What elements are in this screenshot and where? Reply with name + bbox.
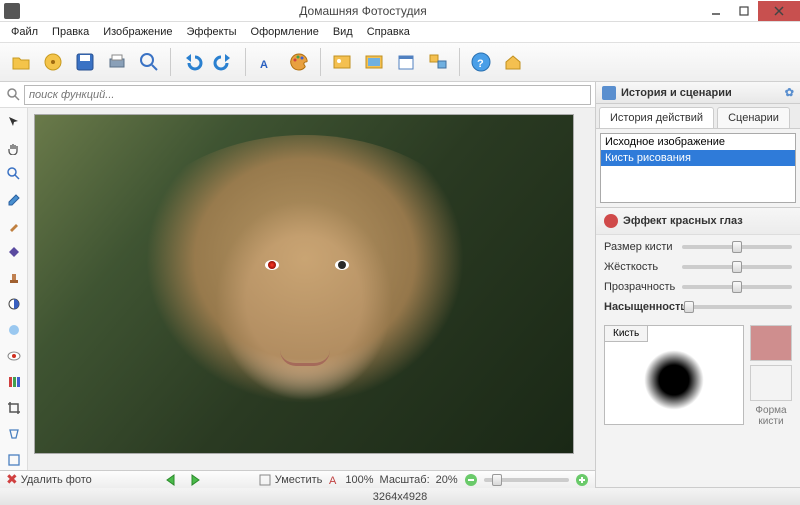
text-button[interactable]: A — [252, 47, 282, 77]
next-button[interactable] — [188, 473, 206, 487]
print-button[interactable] — [102, 47, 132, 77]
brush-tab[interactable]: Кисть — [604, 325, 648, 342]
brush-shape-swatch[interactable] — [750, 365, 792, 401]
brush-tool[interactable] — [4, 216, 24, 236]
crop-tool[interactable] — [4, 398, 24, 418]
palette-button[interactable] — [284, 47, 314, 77]
svg-text:?: ? — [477, 58, 484, 70]
collage-button[interactable] — [423, 47, 453, 77]
home-button[interactable] — [498, 47, 528, 77]
tool-palette — [0, 108, 28, 470]
image-dimensions: 3264x4928 — [373, 491, 427, 503]
brush-color-swatch[interactable] — [750, 325, 792, 361]
svg-text:A: A — [260, 59, 268, 71]
zoom-tool[interactable] — [4, 164, 24, 184]
batch-button[interactable] — [38, 47, 68, 77]
search-input[interactable] — [24, 85, 591, 105]
size-label: Размер кисти — [604, 241, 676, 253]
scale-label: Масштаб: — [380, 474, 430, 486]
zoom-button[interactable] — [134, 47, 164, 77]
saturation-label: Насыщенность — [604, 301, 676, 313]
redo-button[interactable] — [209, 47, 239, 77]
minimize-button[interactable] — [702, 1, 730, 21]
blur-tool[interactable] — [4, 320, 24, 340]
tab-scenarios[interactable]: Сценарии — [717, 107, 790, 128]
status-bar: 3264x4928 — [0, 487, 800, 505]
zoom-out-button[interactable] — [464, 473, 478, 487]
undo-button[interactable] — [177, 47, 207, 77]
history-item[interactable]: Кисть рисования — [601, 150, 795, 166]
perspective-tool[interactable] — [4, 424, 24, 444]
main-toolbar: A ? — [0, 42, 800, 82]
stamp-tool[interactable] — [4, 268, 24, 288]
hardness-label: Жёсткость — [604, 261, 676, 273]
effect-section-header: Эффект красных глаз — [596, 207, 800, 235]
history-item[interactable]: Исходное изображение — [601, 134, 795, 150]
photo-image — [34, 114, 574, 454]
redeye-tool[interactable] — [4, 346, 24, 366]
saturation-slider[interactable] — [682, 305, 792, 309]
history-panel-header: История и сценарии ✿ — [596, 82, 800, 104]
redeye-effect-icon — [604, 214, 618, 228]
zoom-in-button[interactable] — [575, 473, 589, 487]
open-button[interactable] — [6, 47, 36, 77]
menu-image[interactable]: Изображение — [96, 24, 179, 40]
scale-value: 20% — [436, 474, 458, 486]
delete-photo-button[interactable]: ✖Удалить фото — [6, 471, 92, 488]
menu-view[interactable]: Вид — [326, 24, 360, 40]
history-list[interactable]: Исходное изображение Кисть рисования — [600, 133, 796, 203]
contrast-tool[interactable] — [4, 294, 24, 314]
menu-decor[interactable]: Оформление — [244, 24, 326, 40]
fill-tool[interactable] — [4, 242, 24, 262]
resize-tool[interactable] — [4, 450, 24, 470]
hardness-slider[interactable] — [682, 265, 792, 269]
menu-help[interactable]: Справка — [360, 24, 417, 40]
panel-gear-icon[interactable]: ✿ — [785, 86, 794, 99]
calendar-button[interactable] — [391, 47, 421, 77]
save-button[interactable] — [70, 47, 100, 77]
close-button[interactable] — [758, 1, 800, 21]
pointer-tool[interactable] — [4, 112, 24, 132]
brush-shape-label: Форма кисти — [750, 405, 792, 427]
zoom100-button[interactable]: A100% — [328, 473, 373, 487]
fit-button[interactable]: Уместить — [258, 473, 323, 487]
size-slider[interactable] — [682, 245, 792, 249]
svg-text:A: A — [329, 475, 337, 487]
app-icon — [4, 3, 20, 19]
menu-bar: Файл Правка Изображение Эффекты Оформлен… — [0, 22, 800, 42]
levels-tool[interactable] — [4, 372, 24, 392]
brush-preview: Кисть — [604, 325, 744, 425]
menu-file[interactable]: Файл — [4, 24, 45, 40]
zoom-slider[interactable] — [484, 478, 569, 482]
menu-effects[interactable]: Эффекты — [180, 24, 244, 40]
hand-tool[interactable] — [4, 138, 24, 158]
dropper-tool[interactable] — [4, 190, 24, 210]
search-icon — [4, 85, 24, 105]
window-title: Домашняя Фотостудия — [24, 4, 702, 18]
effects2-button[interactable] — [359, 47, 389, 77]
maximize-button[interactable] — [730, 1, 758, 21]
effects1-button[interactable] — [327, 47, 357, 77]
opacity-slider[interactable] — [682, 285, 792, 289]
history-panel-icon — [602, 86, 616, 100]
opacity-label: Прозрачность — [604, 281, 676, 293]
help-button[interactable]: ? — [466, 47, 496, 77]
canvas-area[interactable] — [28, 108, 595, 470]
menu-edit[interactable]: Правка — [45, 24, 96, 40]
tab-history[interactable]: История действий — [599, 107, 714, 128]
prev-button[interactable] — [164, 473, 182, 487]
